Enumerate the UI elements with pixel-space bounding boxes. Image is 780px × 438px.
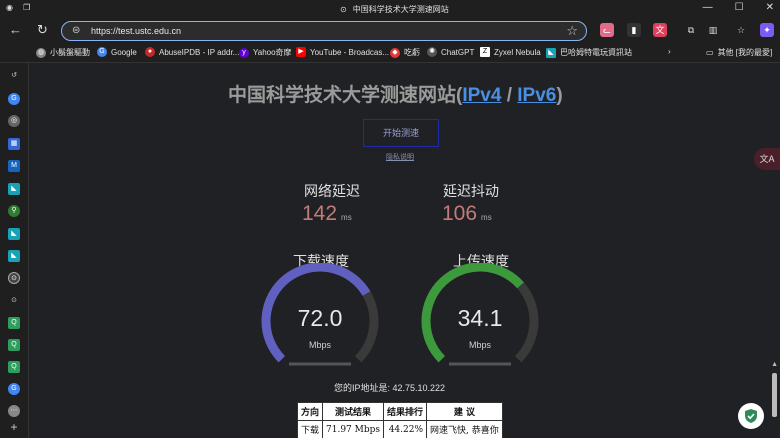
extension-cat-icon[interactable]: ᓚ (600, 23, 614, 37)
title-bar: ◉ ❐ ⊙ 中国科学技术大学测速网站 — ☐ ✕ (0, 0, 780, 19)
table-header-row: 方向 测试结果 结果排行 建 议 (296, 402, 503, 421)
table-row: 下载 71.97 Mbps 44.22% 网速飞快, 恭喜你 (296, 420, 503, 438)
close-button[interactable]: ✕ (766, 2, 774, 13)
start-test-button[interactable]: 开始测速 (363, 119, 439, 147)
maximize-button[interactable]: ☐ (735, 2, 744, 13)
bahamut-icon: ◣ (546, 47, 556, 58)
bookmark-item[interactable]: ◍ 小鬍盤驅動 (36, 47, 90, 58)
privacy-link[interactable]: 隐私说明 (386, 152, 414, 162)
extensions-puzzle-icon[interactable]: ⧉ (684, 23, 698, 37)
jitter-value: 106 ms (442, 202, 492, 225)
globe-icon: ◍ (36, 47, 46, 58)
tab-actions-icon[interactable]: ❐ (23, 3, 30, 12)
bookmarks-bar: ◍ 小鬍盤驅動 G Google ● AbuseIPDB - IP addr... y… (0, 43, 780, 63)
table-cell: 71.97 Mbps (322, 420, 384, 438)
bookmark-item[interactable]: ▶ YouTube - Broadcas... (296, 47, 389, 57)
site-info-icon[interactable]: ⊜ (72, 25, 80, 36)
back-button[interactable]: ← (9, 22, 22, 37)
google-icon: G (97, 47, 107, 57)
bookmark-item[interactable]: ● AbuseIPDB - IP addr... (145, 47, 239, 57)
tab-site-icon[interactable]: ▦ (8, 138, 20, 150)
bookmark-item[interactable]: ◆ 吃虧 (390, 47, 420, 58)
zyxel-icon: Z (480, 47, 490, 57)
download-unit: Mbps (308, 340, 331, 350)
profile-icon[interactable]: ◉ (6, 3, 13, 12)
scroll-up-arrow[interactable]: ▲ (771, 361, 778, 368)
favorites-icon[interactable]: ☆ (734, 23, 748, 37)
bookmark-item[interactable]: Z Zyxel Nebula (480, 47, 541, 57)
google-icon[interactable]: G (8, 93, 20, 105)
url-text[interactable]: https://test.ustc.edu.cn (91, 26, 181, 36)
ipv4-link[interactable]: IPv4 (462, 85, 501, 106)
tab-site-icon[interactable]: Q (8, 361, 20, 373)
scrollbar-thumb[interactable] (772, 373, 777, 417)
chevron-right-icon: › (668, 47, 671, 56)
yahoo-icon: y (239, 47, 249, 58)
chat-icon[interactable]: ⋯ (8, 405, 20, 417)
extension-device-icon[interactable]: ▮ (627, 23, 641, 37)
jitter-label: 延迟抖动 (443, 183, 499, 199)
table-cell: 网速飞快, 恭喜你 (426, 420, 503, 438)
ping-label: 网络延迟 (304, 183, 360, 199)
minimize-button[interactable]: — (703, 2, 713, 13)
bookmark-item[interactable]: y Yahoo奇摩 (239, 47, 292, 58)
ipv6-link[interactable]: IPv6 (517, 85, 556, 106)
bookmark-item[interactable]: ◣ 巴哈姆特電玩資訊站 (546, 47, 632, 58)
window-title: 中国科学技术大学测速网站 (352, 5, 449, 14)
copilot-icon[interactable]: ✦ (760, 23, 774, 37)
tab-site-icon[interactable]: Q (8, 317, 20, 329)
address-bar[interactable]: ⊜ https://test.ustc.edu.cn ☆ (61, 21, 587, 41)
column-header: 建 议 (426, 402, 503, 421)
translate-icon: 文A (759, 154, 775, 164)
favorite-star-icon[interactable]: ☆ (566, 23, 578, 39)
download-value: 72.0 (297, 305, 343, 331)
tab-site-icon[interactable]: ⊙ (8, 295, 20, 307)
speedtest-page: 中国科学技术大学测速网站(IPv4 / IPv6) 开始测速 隐私说明 网络延迟… (29, 63, 780, 438)
ping-value: 142 ms (302, 202, 352, 225)
bookmark-item[interactable]: ✺ ChatGPT (427, 47, 474, 57)
split-screen-icon[interactable]: ▥ (706, 23, 720, 37)
bahamut-icon[interactable]: ◣ (8, 228, 20, 240)
column-header: 结果排行 (382, 402, 428, 421)
results-table: 方向 测试结果 结果排行 建 议 下载 71.97 Mbps 44.22% 网速… (296, 402, 503, 438)
active-tab-icon[interactable]: ⊙ (8, 272, 20, 284)
extension-translate-icon[interactable]: 文 (653, 23, 667, 37)
maps-icon[interactable]: ⚲ (8, 205, 20, 217)
bookmarks-overflow-button[interactable]: › (668, 47, 671, 56)
tab-site-icon[interactable]: ◎ (8, 115, 20, 127)
youtube-icon: ▶ (296, 47, 306, 57)
column-header: 方向 (296, 402, 324, 421)
tab-site-icon[interactable]: M (8, 160, 20, 172)
translate-button[interactable]: 文A (754, 148, 780, 170)
tab-site-icon[interactable]: Q (8, 339, 20, 351)
chatgpt-icon: ✺ (427, 47, 437, 57)
abuseipdb-icon: ● (145, 47, 155, 57)
new-tab-icon[interactable]: + (8, 421, 20, 433)
upload-unit: Mbps (468, 340, 491, 350)
google-icon[interactable]: G (8, 383, 20, 395)
page-title: 中国科学技术大学测速网站(IPv4 / IPv6) (228, 85, 563, 106)
other-favorites-folder[interactable]: ▭ 其他 [我的最愛] (706, 47, 772, 58)
column-header: 测试结果 (322, 402, 384, 421)
tab-favicon-icon: ⊙ (340, 5, 347, 14)
history-icon[interactable]: ↺ (8, 70, 20, 82)
bahamut-icon[interactable]: ◣ (8, 183, 20, 195)
security-shield-button[interactable] (738, 403, 764, 429)
vertical-sidebar: ↺ G ◎ ▦ M ◣ ⚲ ◣ ◣ ⊙ ⊙ Q Q Q G ⋯ + (0, 63, 29, 438)
bahamut-icon[interactable]: ◣ (8, 250, 20, 262)
table-cell: 下载 (296, 420, 324, 438)
upload-value: 34.1 (457, 305, 503, 331)
ip-address-text: 您的IP地址是: 42.75.10.222 (334, 383, 446, 393)
folder-icon: ▭ (706, 48, 714, 57)
table-cell: 44.22% (382, 420, 428, 438)
shield-check-icon (745, 408, 757, 423)
site-icon: ◆ (390, 47, 400, 58)
bookmark-item[interactable]: G Google (97, 47, 137, 57)
reload-button[interactable]: ↻ (37, 22, 48, 38)
